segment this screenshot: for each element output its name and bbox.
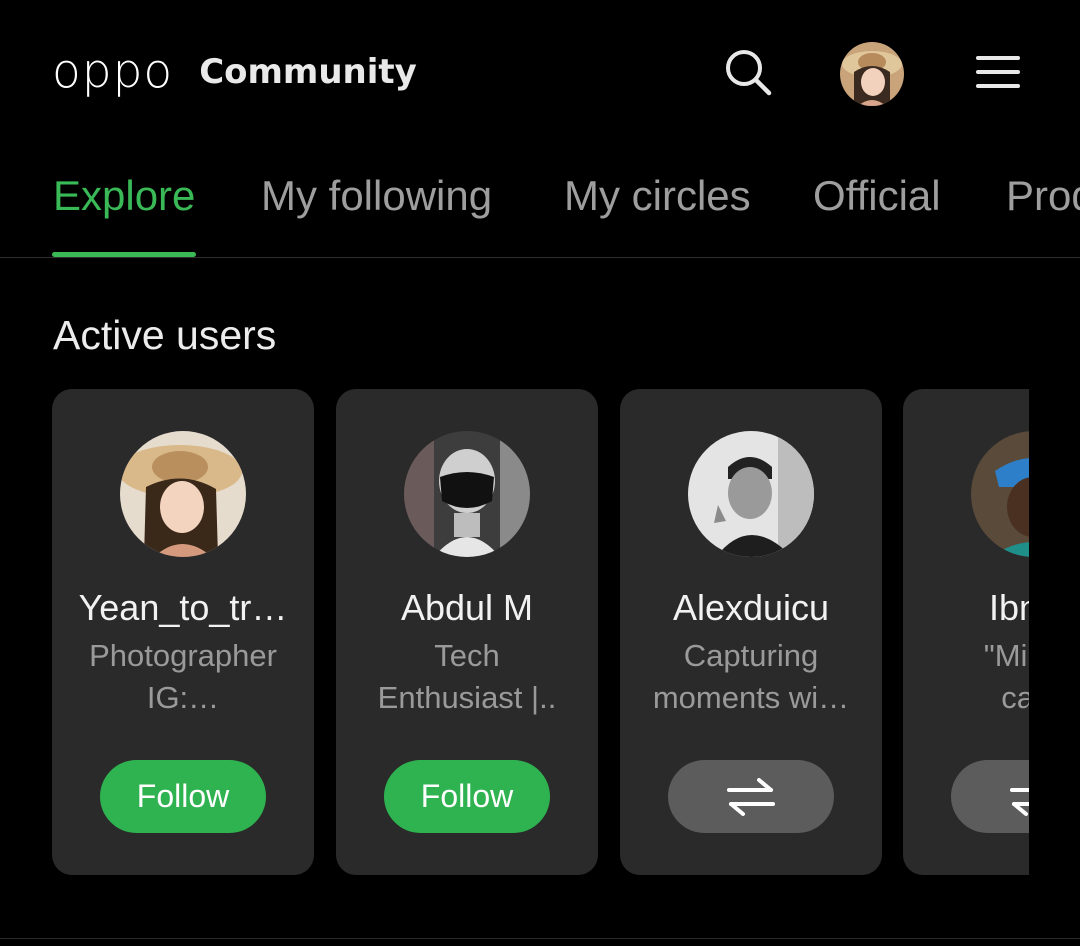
user-bio: Tech Enthusiast |.. (360, 635, 574, 719)
community-title: Community (199, 52, 417, 92)
community-page: oppo Community Explore My following My c… (0, 0, 1080, 946)
bio-line: "Mi cas (983, 638, 1029, 673)
user-card[interactable]: Ibn M "Mi cas casa (903, 389, 1029, 875)
user-name: Yean_to_tr… (78, 587, 288, 628)
search-icon[interactable] (718, 42, 778, 102)
user-avatar[interactable] (120, 431, 246, 557)
top-header: oppo Community (0, 0, 1080, 140)
user-card[interactable]: Abdul M Tech Enthusiast |.. Follow (336, 389, 598, 875)
active-users-carousel[interactable]: Yean_to_tr… Photographer IG:… Follow Abd… (52, 389, 1029, 876)
user-name: Abdul M (400, 587, 534, 628)
brand[interactable]: oppo Community (52, 44, 417, 99)
user-avatar[interactable] (404, 431, 530, 557)
tab-my-following[interactable]: My following (261, 172, 492, 220)
user-bio: Photographer IG:… (76, 635, 290, 719)
follow-button[interactable]: Follow (384, 760, 550, 833)
user-card[interactable]: Yean_to_tr… Photographer IG:… Follow (52, 389, 314, 875)
mutual-follow-button[interactable] (951, 760, 1029, 833)
follow-button[interactable]: Follow (100, 760, 266, 833)
swap-arrows-icon (727, 777, 775, 816)
tab-products[interactable]: Products (1006, 172, 1080, 220)
tab-bar: Explore My following My circles Official… (0, 160, 1080, 258)
user-name: Ibn M (988, 587, 1029, 628)
active-tab-indicator (52, 252, 196, 257)
section-title: Active users (53, 312, 277, 358)
tab-my-circles[interactable]: My circles (564, 172, 751, 220)
bio-line: moments wi… (652, 680, 850, 715)
user-bio: "Mi cas casa (927, 635, 1029, 719)
user-bio: Capturing moments wi… (644, 635, 858, 719)
profile-avatar[interactable] (840, 42, 904, 106)
tab-explore[interactable]: Explore (53, 172, 195, 220)
divider (0, 938, 1080, 939)
user-avatar[interactable] (971, 431, 1029, 557)
swap-arrows-icon (1010, 787, 1029, 816)
bio-line: casa (1001, 680, 1029, 715)
user-name: Alexduicu (672, 587, 830, 628)
bio-line: Photographer (89, 638, 277, 673)
bio-line: Tech (434, 638, 500, 673)
menu-icon[interactable] (968, 42, 1028, 102)
user-avatar[interactable] (688, 431, 814, 557)
bio-line: IG:… (146, 680, 220, 715)
oppo-logo: oppo (52, 44, 174, 99)
mutual-follow-button[interactable] (668, 760, 834, 833)
bio-line: Capturing (683, 638, 819, 673)
user-card[interactable]: Alexduicu Capturing moments wi… (620, 389, 882, 875)
tab-official[interactable]: Official (813, 172, 941, 220)
bio-line: Enthusiast |.. (377, 680, 557, 715)
